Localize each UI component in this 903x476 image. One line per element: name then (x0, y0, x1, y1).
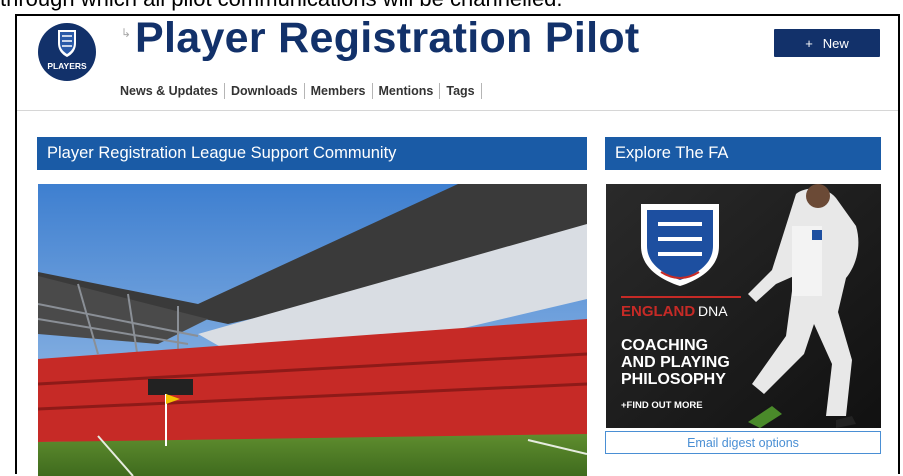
community-heading: Player Registration League Support Commu… (37, 137, 587, 170)
players-logo[interactable]: PLAYERS (37, 22, 97, 82)
nav-item-members[interactable]: Members (305, 84, 372, 98)
document-text: through which all pilot communications w… (0, 0, 563, 12)
page-title: Player Registration Pilot (135, 14, 640, 62)
plus-icon: + (805, 35, 813, 51)
england-dna-ad[interactable]: ENGLAND DNA COACHING AND PLAYING PHILOSO… (606, 184, 881, 428)
new-button[interactable]: + New (774, 29, 880, 57)
ad-line-2: AND PLAYING (621, 354, 730, 371)
nav-item-news-updates[interactable]: News & Updates (114, 84, 224, 98)
nav-item-tags[interactable]: Tags (440, 84, 480, 98)
ad-cta[interactable]: +FIND OUT MORE (621, 400, 703, 411)
nav-bar: News & Updates Downloads Members Mention… (114, 83, 482, 99)
ad-line-1: COACHING (621, 337, 708, 354)
ad-brand-suffix: DNA (698, 303, 728, 319)
email-digest-button[interactable]: Email digest options (605, 431, 881, 454)
nav-divider (480, 83, 482, 99)
header: PLAYERS ↳ Player Registration Pilot + Ne… (17, 14, 898, 111)
new-button-label: New (822, 35, 849, 51)
ad-brand: ENGLAND (621, 303, 695, 320)
nav-item-downloads[interactable]: Downloads (225, 84, 304, 98)
explore-heading: Explore The FA (605, 137, 881, 170)
return-icon: ↳ (121, 26, 132, 40)
app-frame: PLAYERS ↳ Player Registration Pilot + Ne… (15, 14, 900, 476)
stadium-image (38, 184, 587, 476)
nav-item-mentions[interactable]: Mentions (373, 84, 440, 98)
logo-text: PLAYERS (47, 61, 87, 71)
ad-line-3: PHILOSOPHY (621, 371, 726, 388)
